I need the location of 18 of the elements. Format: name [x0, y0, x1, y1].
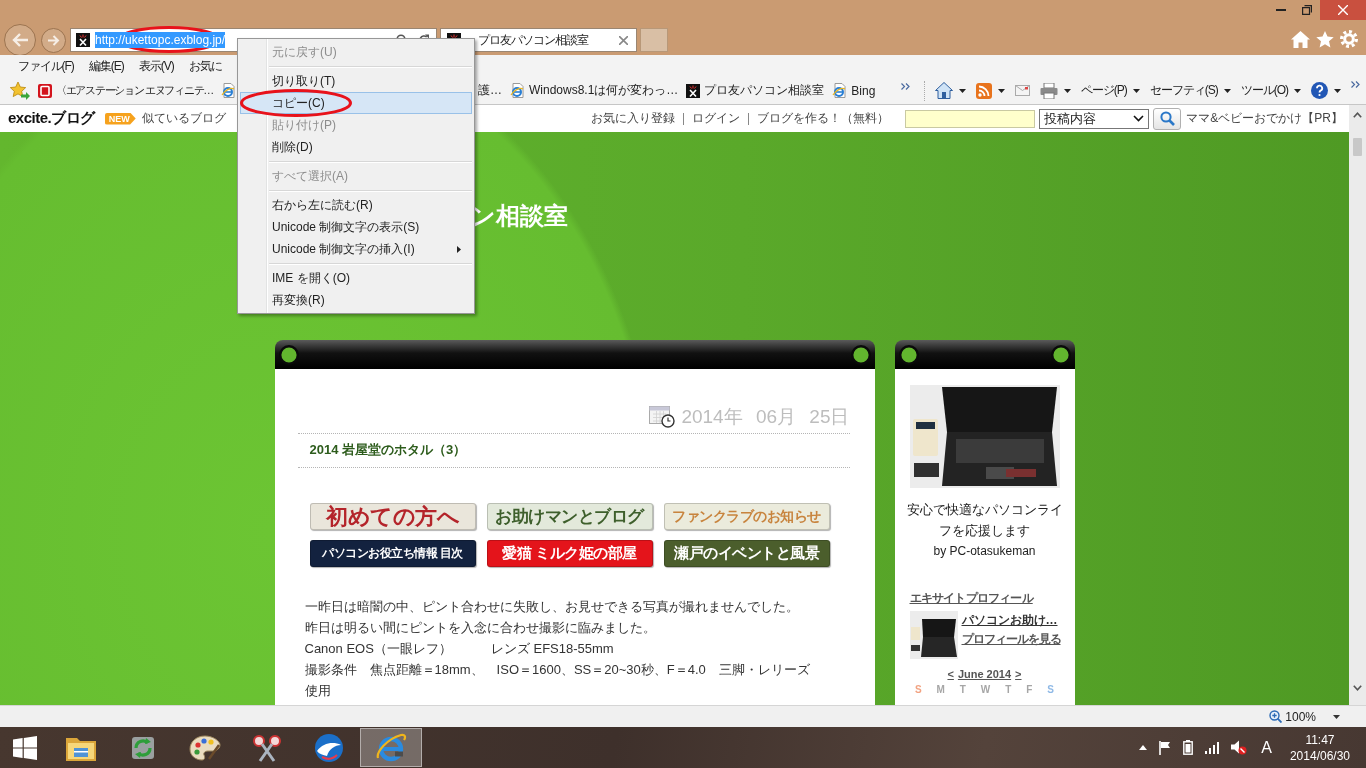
- clock-time: 11:47: [1305, 731, 1335, 748]
- weekday-label: T: [1005, 684, 1012, 696]
- post-paragraph: 一昨日は暗闇の中、ピント合わせに失敗し、お見せできる写真が撮れませんでした。: [304, 598, 800, 616]
- weekday-label: S: [1047, 684, 1054, 696]
- blog-tagline: 安心で快適なパソコンライフを応援します: [905, 501, 1064, 540]
- new-badge: NEW: [104, 112, 136, 125]
- post-paragraph: 昨日は明るい間にピントを入念に合わせ撮影に臨みました。: [304, 619, 657, 637]
- post-paragraph: Canon EOS（一眼レフ） レンズ EFS18-55mm: [304, 640, 615, 658]
- url-text: http://ukettopc.exblog.jp/: [95, 32, 226, 48]
- weekday-label: S: [914, 684, 922, 696]
- post-date: 2014年 06月 25日: [681, 405, 850, 429]
- clock-date: 2014/06/30: [1289, 747, 1350, 764]
- weekday-label: T: [959, 684, 966, 696]
- blog-author: by PC-otasukeman: [932, 543, 1037, 560]
- weekday-label: M: [936, 684, 945, 696]
- weekday-label: W: [980, 684, 991, 696]
- weekday-label: F: [1026, 684, 1033, 696]
- post-paragraph: 撮影条件 焦点距離＝18mm、 ISO＝1600、SS＝20~30秒、F＝4.0 三脚・レリーズ使用: [304, 661, 811, 700]
